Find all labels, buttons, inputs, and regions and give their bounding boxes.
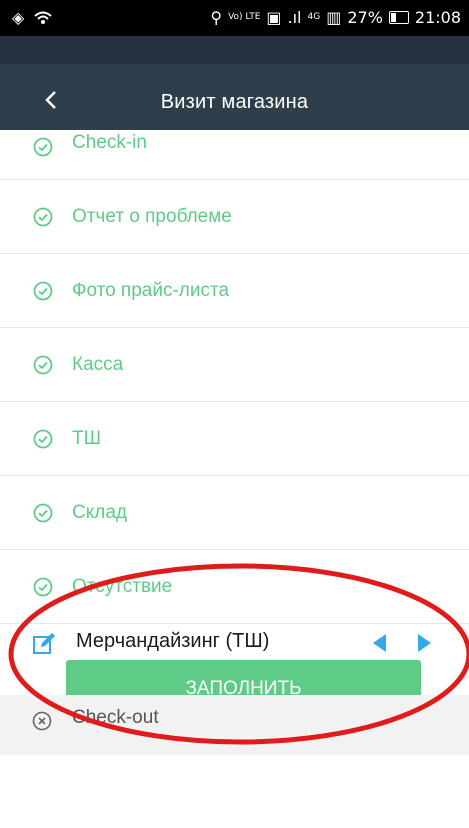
task-label: Склад	[72, 501, 127, 523]
check-circle-icon	[33, 207, 53, 226]
battery-percent: 27%	[347, 8, 383, 27]
clock: 21:08	[414, 8, 461, 27]
task-item[interactable]: Фото прайс-листа	[0, 254, 469, 328]
notification-icon: ▣	[266, 8, 282, 27]
task-item[interactable]: Касса	[0, 328, 469, 402]
task-label: Отчет о проблеме	[72, 205, 232, 227]
wifi-icon	[34, 11, 52, 24]
next-task-arrow-icon[interactable]	[418, 634, 431, 652]
header-top-band	[0, 36, 469, 64]
page-title: Визит магазина	[160, 91, 309, 113]
signal-bars-icon: ▥	[326, 8, 342, 27]
prev-task-arrow-icon[interactable]	[373, 634, 386, 652]
check-circle-icon	[33, 137, 53, 157]
checkout-label: Check-out	[72, 707, 159, 728]
location-diamond-icon: ◈	[12, 8, 25, 27]
check-circle-icon	[33, 577, 53, 596]
status-right: ⚲ Vo) LTE ▣ .ıl 4G ▥ 27% 21:08	[210, 8, 461, 27]
checkout-row[interactable]: Check-out	[0, 695, 469, 755]
task-item[interactable]: Отчет о проблеме	[0, 180, 469, 254]
check-circle-icon	[33, 503, 53, 522]
status-left: ◈	[12, 8, 52, 27]
check-circle-icon	[33, 429, 53, 448]
close-circle-icon	[32, 711, 52, 731]
task-label: Касса	[72, 353, 124, 375]
check-circle-icon	[33, 355, 53, 374]
task-list: Check-in Отчет о проблеме Фото прайс-лис…	[0, 130, 469, 624]
task-label: Фото прайс-листа	[72, 279, 230, 301]
edit-icon	[33, 633, 55, 654]
app-header: Визит магазина	[0, 36, 469, 130]
current-task-label: Мерчандайзинг (ТШ)	[76, 630, 270, 652]
task-label: Check-in	[72, 132, 147, 153]
task-item[interactable]: Check-in	[0, 130, 469, 180]
network-label: Vo) LTE	[228, 12, 261, 22]
task-label: Отсутствие	[72, 575, 173, 597]
task-item[interactable]: Склад	[0, 476, 469, 550]
battery-icon	[388, 11, 409, 24]
location-icon: ⚲	[210, 8, 223, 27]
task-item[interactable]: ТШ	[0, 402, 469, 476]
status-bar: ◈ ⚲ Vo) LTE ▣ .ıl 4G ▥ 27% 21:08	[0, 0, 469, 36]
signal-icon: .ıl	[287, 8, 302, 27]
task-label: ТШ	[72, 427, 102, 449]
check-circle-icon	[33, 281, 53, 300]
signal-label: 4G	[307, 12, 321, 22]
